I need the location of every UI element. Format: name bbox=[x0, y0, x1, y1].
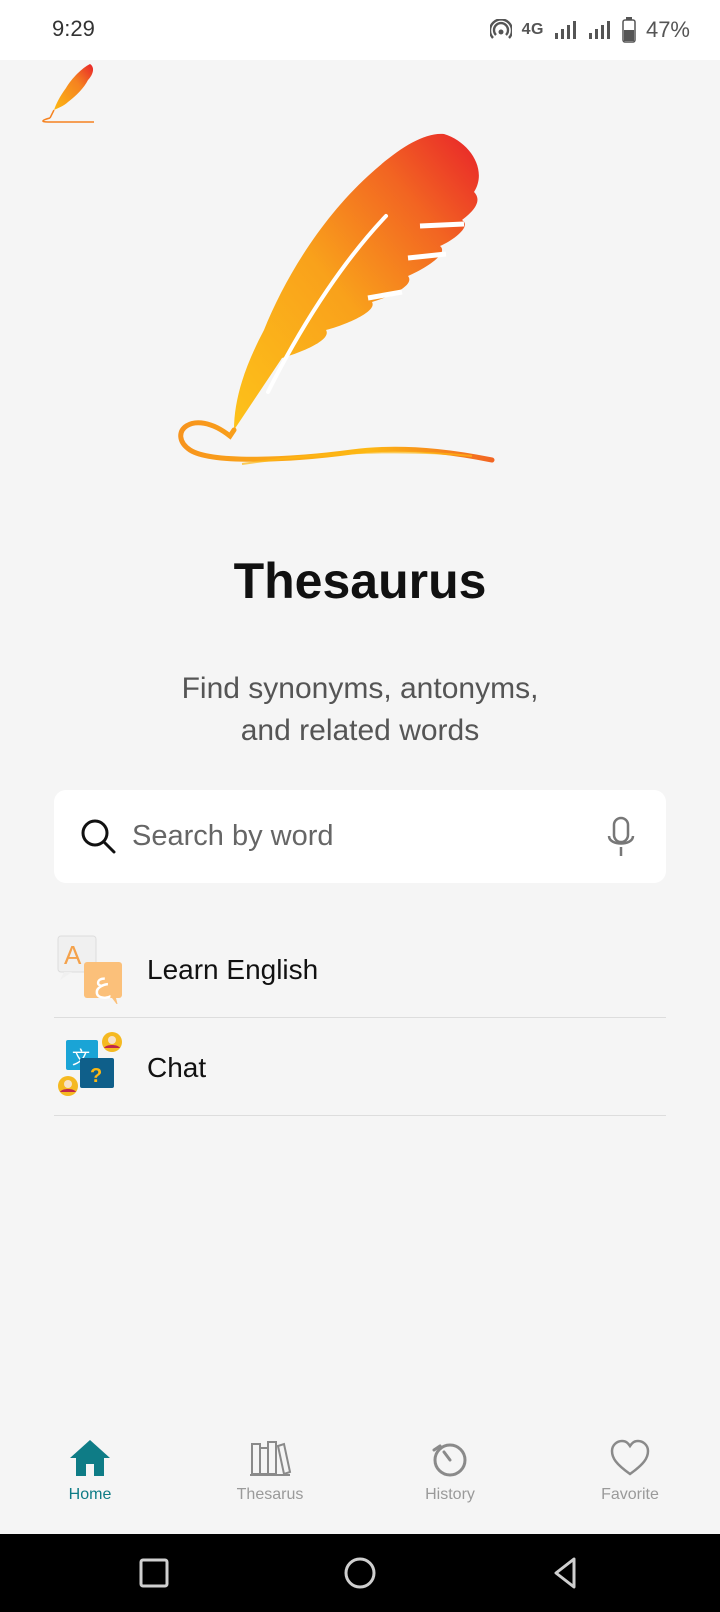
learn-english-label: Learn English bbox=[147, 954, 319, 985]
nav-history-label: History bbox=[425, 1486, 475, 1503]
status-time: 9:29 bbox=[52, 16, 95, 41]
subtitle-line-2: and related words bbox=[240, 714, 480, 747]
nav-favorite[interactable]: Favorite bbox=[540, 1420, 720, 1534]
books-icon bbox=[250, 1441, 292, 1476]
svg-text:ع: ع bbox=[94, 967, 111, 999]
battery-percent: 47% bbox=[645, 17, 690, 42]
nav-thesarus-label: Thesarus bbox=[236, 1486, 304, 1503]
search-bar[interactable] bbox=[54, 790, 666, 883]
network-type: 4G bbox=[521, 21, 544, 38]
heart-icon bbox=[610, 1439, 650, 1476]
page-title: Thesaurus bbox=[233, 553, 487, 609]
nav-favorite-label: Favorite bbox=[601, 1486, 659, 1503]
svg-text:?: ? bbox=[90, 1065, 102, 1087]
hero-feather-logo bbox=[178, 133, 495, 465]
signal-icon bbox=[554, 21, 576, 39]
bottom-navigation: Home Thesarus History Favorite bbox=[0, 1420, 720, 1534]
learn-english-icon: A ع bbox=[57, 935, 122, 1004]
svg-text:A: A bbox=[64, 940, 82, 970]
home-icon bbox=[70, 1440, 110, 1476]
chat-translate-icon: 文 ? bbox=[58, 1032, 122, 1096]
recent-apps-icon[interactable] bbox=[136, 1555, 172, 1591]
page-subtitle: Find synonyms, antonyms, and related wor… bbox=[0, 668, 720, 752]
battery-icon bbox=[622, 17, 636, 43]
feature-list: A ع Learn English 文 ? Chat bbox=[54, 920, 666, 1116]
microphone-icon[interactable] bbox=[606, 816, 636, 858]
history-icon bbox=[432, 1443, 467, 1477]
app-logo-icon bbox=[42, 64, 94, 123]
search-input[interactable] bbox=[132, 808, 572, 864]
back-icon[interactable] bbox=[548, 1555, 584, 1591]
nav-home[interactable]: Home bbox=[0, 1420, 180, 1534]
chat-item[interactable]: 文 ? Chat bbox=[54, 1018, 666, 1116]
nav-home-label: Home bbox=[68, 1486, 112, 1503]
status-icons: 4G 47% bbox=[489, 14, 690, 46]
nav-thesarus[interactable]: Thesarus bbox=[180, 1420, 360, 1534]
signal-icon bbox=[588, 21, 610, 39]
hotspot-icon bbox=[489, 19, 512, 39]
status-bar: 9:29 4G 47% bbox=[0, 0, 720, 60]
learn-english-item[interactable]: A ع Learn English bbox=[54, 920, 666, 1018]
chat-label: Chat bbox=[147, 1052, 207, 1083]
system-navigation-bar bbox=[0, 1534, 720, 1612]
nav-history[interactable]: History bbox=[360, 1420, 540, 1534]
home-button-icon[interactable] bbox=[342, 1555, 378, 1591]
subtitle-line-1: Find synonyms, antonyms, bbox=[181, 672, 539, 705]
search-icon bbox=[81, 819, 116, 854]
